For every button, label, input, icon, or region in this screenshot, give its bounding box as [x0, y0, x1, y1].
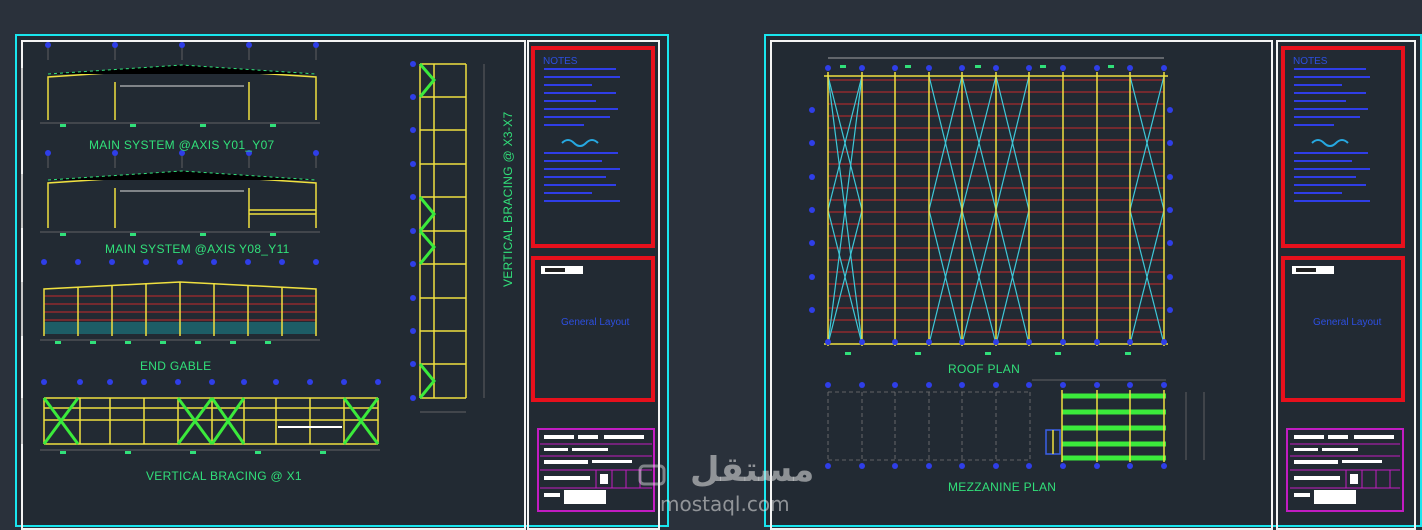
roof-plan — [809, 57, 1173, 355]
watermark-url: mostaql.com — [660, 492, 790, 516]
title-block-layout-panel-right: General Layout — [1281, 256, 1405, 402]
mezzanine-plan — [825, 379, 1205, 469]
title-block-notes-panel-right: NOTES — [1281, 46, 1405, 248]
label-mezzanine-plan: MEZZANINE PLAN — [948, 480, 1057, 494]
label-roof-plan: ROOF PLAN — [948, 362, 1021, 376]
watermark-arabic: مستقل — [690, 450, 815, 490]
title-block-info-panel-right — [1286, 428, 1404, 512]
notes-heading: NOTES — [1293, 56, 1328, 67]
watermark-logo — [638, 464, 666, 486]
sheet-2-drawings — [638, 57, 1400, 504]
sheet-subtitle: General Layout — [1313, 317, 1382, 328]
